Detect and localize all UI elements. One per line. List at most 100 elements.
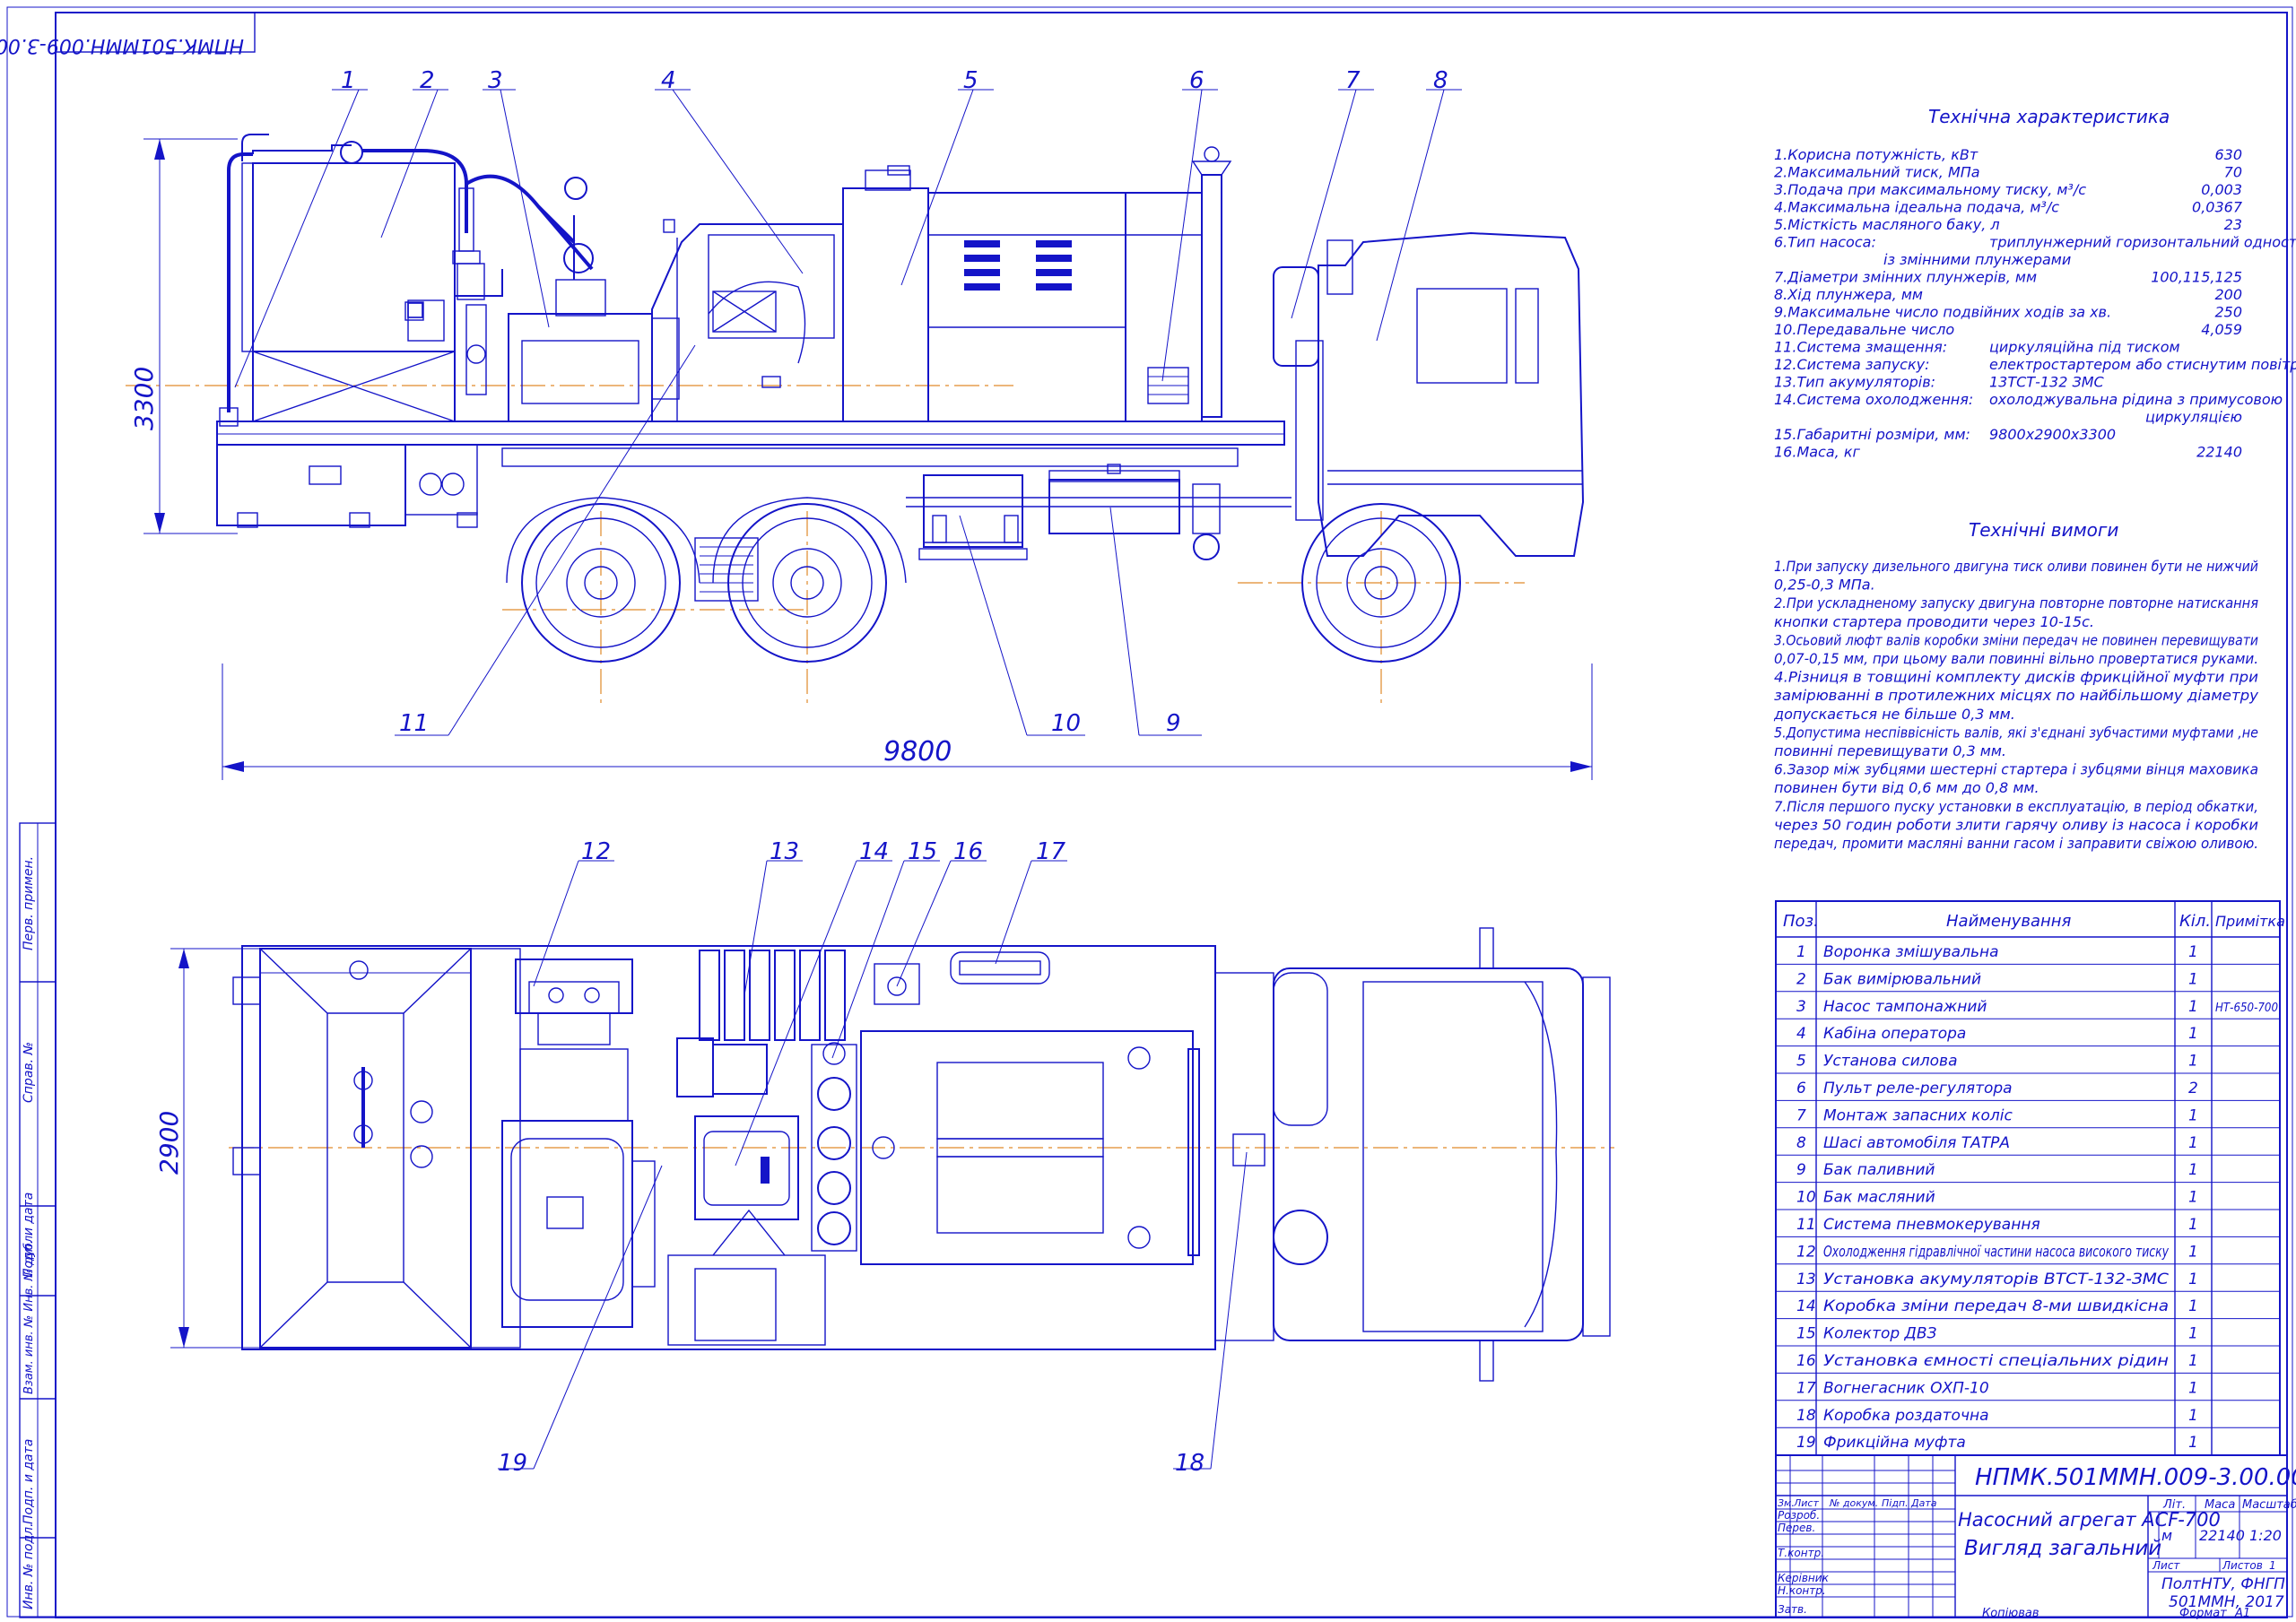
table-row-name: Система пневмокерування <box>1823 1216 2040 1234</box>
tech-spec-label: 3.Подача при максимальному тиску, м³/с <box>1774 181 2086 198</box>
tb-col-date: Дата <box>1910 1497 1937 1509</box>
title-block: Зм. Лист № докум. Підп. Дата Розроб. Пер… <box>1775 1454 2296 1618</box>
tech-spec-value: 200 <box>2214 286 2242 303</box>
table-row-name: Насос тампонажний <box>1823 998 1987 1016</box>
tech-spec-value: 4,059 <box>2201 321 2242 338</box>
tb-lit-value: м <box>2161 1527 2172 1544</box>
tatra-cab-plan <box>1273 967 1584 1341</box>
callout-9: 9 <box>1166 710 1181 737</box>
table-row-name: Коробка зміни передач 8-ми швидкісна <box>1823 1297 2169 1315</box>
table-row-qty: 1 <box>2188 1352 2198 1370</box>
table-row-qty: 1 <box>2188 1379 2198 1397</box>
tb-col-doc: № докум. <box>1829 1497 1878 1509</box>
table-row-pos: 2 <box>1796 970 1806 988</box>
tb-col-izm: Зм. <box>1778 1497 1795 1509</box>
tb-sheets-label: Листов <box>2222 1559 2263 1572</box>
table-row-qty: 1 <box>2188 1106 2198 1124</box>
tech-spec-value: 0,0367 <box>2192 199 2243 216</box>
tb-scale-label: Масштаб <box>2242 1498 2296 1512</box>
callout-6: 6 <box>1189 67 1205 94</box>
table-row-qty: 1 <box>2188 1271 2198 1288</box>
table-row-name: Бак паливний <box>1823 1161 1935 1179</box>
table-row-qty: 1 <box>2188 1161 2198 1179</box>
radiator-side <box>694 537 759 602</box>
callout-8: 8 <box>1433 67 1448 94</box>
tb-row-appr: Затв. <box>1778 1603 1807 1616</box>
tb-row-dev: Розроб. <box>1778 1509 1820 1522</box>
table-row-note: НТ-650-700 <box>2215 1002 2278 1015</box>
callout-13: 13 <box>770 838 799 865</box>
parts-header-name: Найменування <box>1946 912 2072 931</box>
operator-cabin-side <box>651 223 844 422</box>
dim-width-label: 2900 <box>154 1111 184 1175</box>
tech-spec-value: 9800х2900х3300 <box>1989 426 2116 443</box>
batteries-plan <box>699 950 846 1041</box>
requirements: Технічні вимоги 1.При запуску дизельного… <box>1773 519 2259 852</box>
tech-spec-label: 6.Тип насоса: <box>1774 234 1876 251</box>
side-stamp-sprav: Справ. № <box>22 1042 36 1103</box>
dim-length-label: 9800 <box>883 736 952 768</box>
requirement-line: замірюванні в протилежних місцях по найб… <box>1774 687 2259 704</box>
louvres <box>964 240 1072 291</box>
tech-spec-value: циркуляційна під тиском <box>1989 339 2180 356</box>
callout-4: 4 <box>661 67 676 94</box>
tech-spec-value: 0,003 <box>2201 181 2242 198</box>
tech-spec-value: 70 <box>2224 164 2242 181</box>
tech-spec-label: 10.Передавальне число <box>1774 321 1954 338</box>
table-row-pos: 16 <box>1796 1352 1816 1370</box>
table-row-name: Воронка змішувальна <box>1823 943 1999 961</box>
requirement-line: 5.Допустима неспіввісність валів, які з'… <box>1774 724 2258 741</box>
code-stamp-top: НПМК.501ММН.009-3.00.000В3 <box>0 12 256 56</box>
requirement-line: через 50 годин роботи злити гарячу оливу… <box>1774 816 2258 833</box>
code-stamp-text: НПМК.501ММН.009-3.00.000В3 <box>0 34 244 56</box>
requirement-line: повинен бути від 0,6 мм до 0,8 мм. <box>1774 779 2039 796</box>
tech-spec-value: 23 <box>2224 216 2242 233</box>
tb-mass-value: 22140 <box>2199 1527 2245 1544</box>
requirement-line: 7.Після першого пуску установки в експлу… <box>1774 798 2258 815</box>
table-row-pos: 13 <box>1796 1271 1816 1288</box>
tb-lit-label: Літ. <box>2162 1498 2186 1512</box>
tech-spec-label: 7.Діаметри змінних плунжерів, мм <box>1774 269 2037 286</box>
callout-10: 10 <box>1051 710 1081 737</box>
table-row-qty: 1 <box>2188 1189 2198 1207</box>
callout-17: 17 <box>1036 838 1066 865</box>
tech-spec-value: 13ТСТ-132 ЗМС <box>1989 374 2105 391</box>
table-row-qty: 1 <box>2188 1407 2198 1425</box>
callout-11: 11 <box>399 710 429 737</box>
tech-spec-label: 12.Система запуску: <box>1774 356 1930 373</box>
parts-header-pos: Поз. <box>1783 912 1819 931</box>
table-row-name: Пульт реле-регулятора <box>1823 1080 2013 1097</box>
table-row-pos: 7 <box>1796 1106 1806 1124</box>
table-row-qty: 2 <box>2188 1080 2198 1097</box>
table-row-qty: 1 <box>2188 943 2198 961</box>
tb-mass-label: Маса <box>2205 1498 2235 1512</box>
table-row-name: Бак масляний <box>1823 1189 1935 1207</box>
table-row-pos: 6 <box>1796 1080 1806 1097</box>
tech-spec-label: 11.Система змащення: <box>1774 339 1947 356</box>
table-row-name: Охолодження гідравлічної частини насоса … <box>1823 1243 2170 1261</box>
callout-1: 1 <box>341 67 356 94</box>
callout-16: 16 <box>953 838 983 865</box>
table-row-name: Шасі автомобіля ТАТРА <box>1823 1134 2010 1152</box>
requirement-line: 0,07-0,15 мм, при цьому вали повинні віл… <box>1774 650 2258 667</box>
table-row-qty: 1 <box>2188 1053 2198 1071</box>
requirement-line: кнопки стартера проводити через 10-15с. <box>1774 613 2094 630</box>
tb-scale-value: 1:20 <box>2249 1527 2282 1544</box>
tb-row-check: Перев. <box>1778 1522 1815 1534</box>
table-row-name: Фрикційна муфта <box>1823 1434 1966 1452</box>
table-row-qty: 1 <box>2188 1325 2198 1343</box>
table-row-pos: 3 <box>1796 998 1806 1016</box>
tb-sheet-label: Лист <box>2152 1559 2180 1572</box>
tech-spec-label: 2.Максимальний тиск, МПа <box>1774 164 1980 181</box>
tank-measuring-side <box>252 162 456 352</box>
tech-spec-value: із змінними плунжерами <box>1883 251 2071 268</box>
tech-spec-value: 100,115,125 <box>2151 269 2242 286</box>
tech-spec-label: 13.Тип акумуляторів: <box>1774 374 1935 391</box>
requirement-line: 0,25-0,3 МПа. <box>1774 577 1875 594</box>
table-row-name: Бак вимірювальний <box>1823 970 1981 988</box>
callout-3: 3 <box>488 67 503 94</box>
side-stamp: Перв. примен. Справ. № Подп. и дата Взам… <box>19 822 57 1618</box>
table-row-qty: 1 <box>2188 1216 2198 1234</box>
table-row-qty: 1 <box>2188 998 2198 1016</box>
plan-view <box>229 927 1614 1382</box>
